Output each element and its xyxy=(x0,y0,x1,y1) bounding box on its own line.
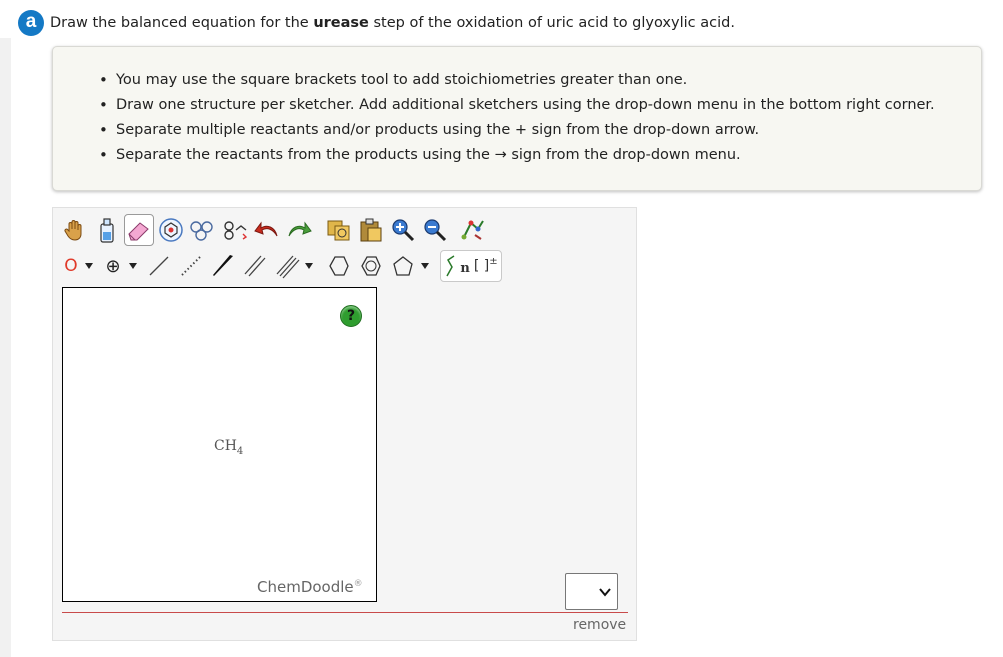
brand-text: ChemDoodle xyxy=(257,578,354,596)
sketcher-panel: O ⊕ n [] ± ? CH4 ChemDoodle® remove xyxy=(52,207,637,641)
bond-dropdown-arrow[interactable] xyxy=(304,250,314,282)
clear-bottle-icon[interactable] xyxy=(92,214,122,246)
question-keyword: urease xyxy=(313,15,369,31)
charge-plus-icon: ⊕ xyxy=(105,255,121,277)
repeat-unit-label: n xyxy=(460,260,470,276)
single-bond-icon[interactable] xyxy=(144,250,174,282)
atom-label: O xyxy=(64,256,78,276)
instruction-item: Draw one structure per sketcher. Add add… xyxy=(99,93,981,118)
brackets-label: [ ] xyxy=(473,258,490,274)
instructions-list: You may use the square brackets tool to … xyxy=(53,68,981,168)
question-text-part: Draw the balanced equation for the xyxy=(50,15,314,31)
eraser-icon[interactable] xyxy=(124,214,154,246)
clean-structure-icon[interactable] xyxy=(458,214,488,246)
instruction-item: You may use the square brackets tool to … xyxy=(99,68,981,93)
toolbar-row-2: O ⊕ n [] ± xyxy=(60,248,504,284)
repeat-unit-icon xyxy=(446,255,455,277)
paste-icon[interactable] xyxy=(356,214,386,246)
repeat-unit-tool[interactable]: n [ ] ± xyxy=(440,250,502,282)
ring-dropdown-arrow[interactable] xyxy=(420,250,430,282)
atom-label-tool[interactable]: O xyxy=(60,250,82,282)
question-badge: a xyxy=(18,10,44,36)
question-header: a Draw the balanced equation for the ure… xyxy=(18,10,993,36)
charge-dropdown-arrow[interactable] xyxy=(128,250,138,282)
remove-link[interactable]: remove xyxy=(573,617,626,633)
divider-line xyxy=(62,612,628,613)
brand-mark: ® xyxy=(353,579,363,589)
zoom-in-icon[interactable] xyxy=(388,214,418,246)
instruction-item: Separate the reactants from the products… xyxy=(99,143,981,168)
molecule-text: CH xyxy=(214,438,237,454)
dashed-bond-icon[interactable] xyxy=(176,250,206,282)
ring-template-icon[interactable] xyxy=(156,214,186,246)
redo-icon[interactable] xyxy=(284,214,314,246)
instructions-box: You may use the square brackets tool to … xyxy=(52,46,982,191)
double-bond-icon[interactable] xyxy=(240,250,270,282)
question-text-part: step of the oxidation of uric acid to gl… xyxy=(368,15,735,31)
toolbar-row-1 xyxy=(60,212,490,248)
charge-tool[interactable]: ⊕ xyxy=(100,250,126,282)
molecule-label: CH4 xyxy=(214,438,243,457)
wedge-bond-icon[interactable] xyxy=(208,250,238,282)
zoom-out-icon[interactable] xyxy=(420,214,450,246)
question-text: Draw the balanced equation for the ureas… xyxy=(50,15,735,31)
cyclopentane-ring-icon[interactable] xyxy=(388,250,418,282)
triple-bond-icon[interactable] xyxy=(272,250,302,282)
cyclopropane-ring-icon[interactable] xyxy=(324,250,354,282)
molecule-subscript: 4 xyxy=(236,445,244,457)
add-sketcher-dropdown[interactable] xyxy=(565,573,618,610)
benzene-ring-icon[interactable] xyxy=(356,250,386,282)
left-margin-strip xyxy=(0,38,11,657)
bracket-charge-label: ± xyxy=(489,255,498,267)
chemdoodle-brand: ChemDoodle® xyxy=(257,578,363,596)
chevron-down-icon xyxy=(599,587,611,597)
copy-icon[interactable] xyxy=(324,214,354,246)
undo-icon[interactable] xyxy=(252,214,282,246)
drawing-canvas[interactable]: ? CH4 ChemDoodle® xyxy=(62,287,377,602)
chain-template-icon[interactable] xyxy=(220,214,250,246)
help-icon[interactable]: ? xyxy=(340,305,362,327)
instruction-item: Separate multiple reactants and/or produ… xyxy=(99,118,981,143)
atom-dropdown-arrow[interactable] xyxy=(84,250,94,282)
hand-icon[interactable] xyxy=(60,214,90,246)
polycyclic-template-icon[interactable] xyxy=(188,214,218,246)
